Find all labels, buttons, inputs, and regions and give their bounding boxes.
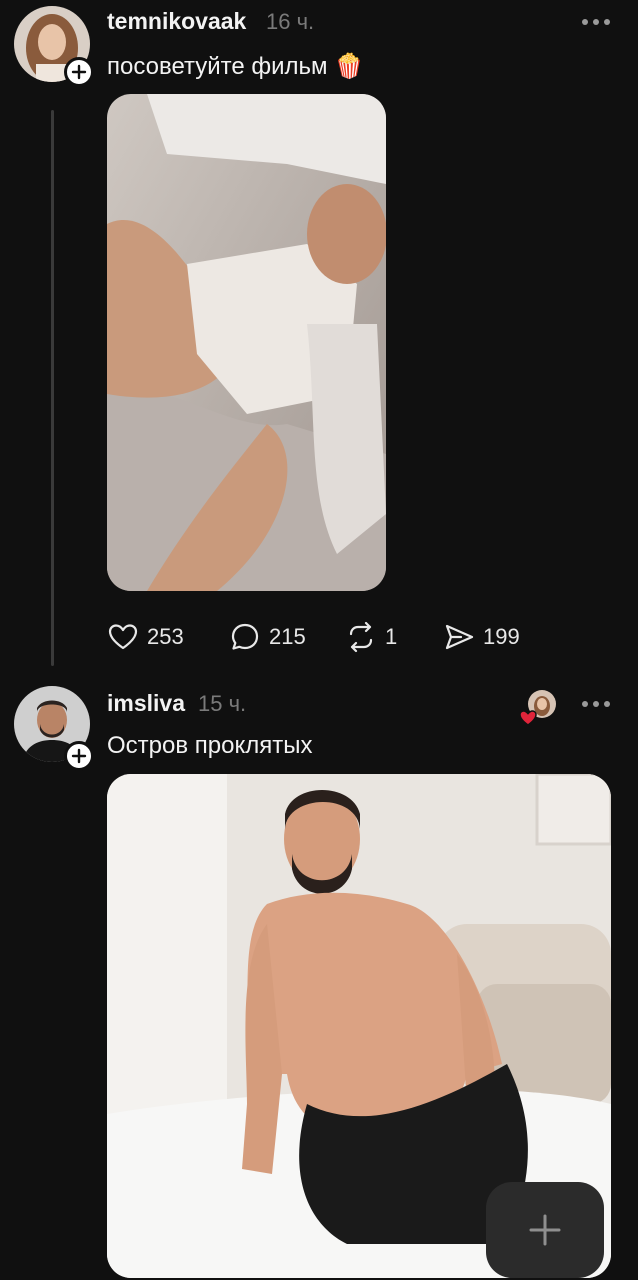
plus-icon <box>529 1214 561 1246</box>
post-time: 16 ч. <box>266 9 315 34</box>
like-count: 253 <box>147 624 184 649</box>
post-image[interactable] <box>107 94 386 591</box>
send-arrow-icon <box>445 624 474 650</box>
repost-icon <box>349 621 373 653</box>
username[interactable]: temnikovaak <box>107 8 246 35</box>
follow-button[interactable] <box>64 741 94 771</box>
heart-icon <box>108 624 138 650</box>
liker-avatar-icon <box>519 690 556 726</box>
comment-button[interactable]: 215 <box>229 617 306 657</box>
comment-count: 215 <box>269 624 306 649</box>
comment-bubble-icon <box>231 623 259 650</box>
username[interactable]: imsliva <box>107 690 185 717</box>
plus-icon <box>71 748 87 764</box>
post-actions: 253 215 1 199 <box>107 617 527 657</box>
repost-button[interactable]: 1 <box>345 617 397 657</box>
post-text-content: посоветуйте фильм <box>107 53 328 80</box>
plus-icon <box>71 64 87 80</box>
thread-line <box>51 110 54 666</box>
share-count: 199 <box>483 624 520 649</box>
liked-by-avatar[interactable] <box>518 688 558 728</box>
share-button[interactable]: 199 <box>443 617 520 657</box>
more-dots-icon[interactable] <box>578 694 614 714</box>
post-time: 15 ч. <box>198 691 247 716</box>
more-dots-icon[interactable] <box>578 12 614 32</box>
repost-count: 1 <box>385 624 398 649</box>
follow-button[interactable] <box>64 57 94 87</box>
photo-woman-on-bed <box>107 94 386 591</box>
compose-button[interactable] <box>486 1182 604 1278</box>
post-text: Остров проклятых <box>107 732 313 759</box>
post-text: посоветуйте фильм 🍿 <box>107 52 364 81</box>
post-1: temnikovaak 16 ч. посоветуйте фильм 🍿 25… <box>0 0 638 670</box>
like-button[interactable]: 253 <box>107 617 184 657</box>
popcorn-emoji: 🍿 <box>334 53 365 80</box>
